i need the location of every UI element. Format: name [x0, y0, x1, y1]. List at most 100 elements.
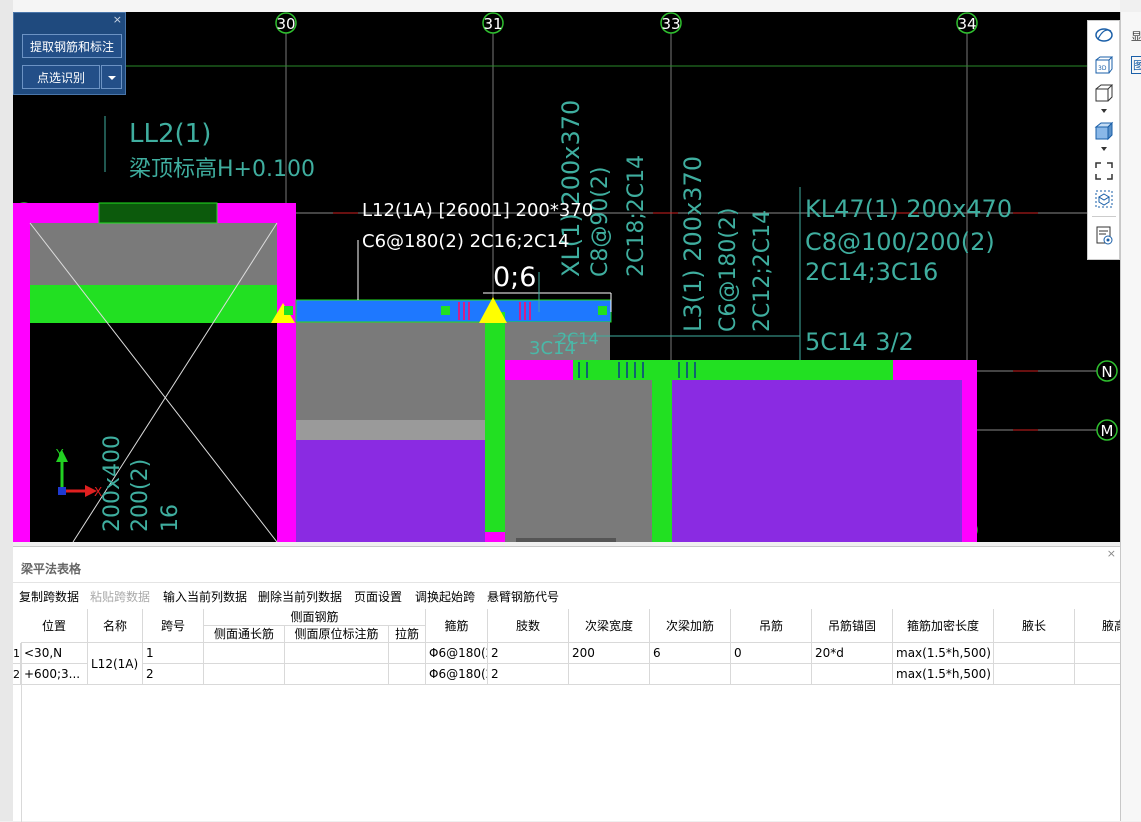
paste-span-data-button[interactable]: 粘贴跨数据 — [90, 588, 150, 605]
cell-legs[interactable]: 2 — [488, 643, 569, 664]
axis-bubble-right-M: M — [1101, 422, 1114, 440]
cell-side-original[interactable] — [285, 664, 389, 685]
col-header-stirrup-dense[interactable]: 箍筋加密长度 — [893, 609, 994, 643]
label-l12-line1: L12(1A) [26001] 200*370 — [362, 200, 593, 221]
col-header-legs[interactable]: 肢数 — [488, 609, 569, 643]
col-header-side-through[interactable]: 侧面通长筋 — [204, 626, 285, 643]
col-header-hanger-anchor[interactable]: 吊筋锚固 — [812, 609, 893, 643]
input-column-data-button[interactable]: 输入当前列数据 — [163, 588, 247, 605]
cell-span[interactable]: 1 — [143, 643, 204, 664]
orbit-icon[interactable] — [1094, 25, 1114, 45]
page-setup-button[interactable]: 页面设置 — [354, 588, 402, 605]
copy-span-data-button[interactable]: 复制跨数据 — [19, 588, 79, 605]
label-l3: L3(1) 200x370 — [679, 156, 707, 332]
cell-side-through[interactable] — [204, 643, 285, 664]
cell-stirrup-dense[interactable]: max(1.5*h,500) — [893, 664, 994, 685]
cell-span[interactable]: 2 — [143, 664, 204, 685]
col-header-stirrup[interactable]: 箍筋 — [426, 609, 488, 643]
cell-tie[interactable] — [389, 643, 426, 664]
label-l12-line2: C6@180(2) 2C16;2C14 — [362, 231, 570, 252]
col-header-name[interactable]: 名称 — [88, 609, 143, 643]
top-title-strip — [13, 0, 1120, 12]
col-header-haunch-length[interactable]: 腋长 — [994, 609, 1075, 643]
beam-table-panel: × 梁平法表格 复制跨数据 粘贴跨数据 输入当前列数据 删除当前列数据 页面设置… — [13, 546, 1120, 822]
cell-hanger-anchor[interactable] — [812, 664, 893, 685]
cell-secondary-add[interactable] — [650, 664, 731, 685]
beam-table[interactable]: 位置 名称 跨号 侧面钢筋 侧面通长筋 侧面原位标注筋 拉筋 箍筋 肢数 次梁宽… — [13, 609, 1120, 685]
cell-tie[interactable] — [389, 664, 426, 685]
cell-hanger[interactable] — [731, 664, 812, 685]
col-header-secondary-width[interactable]: 次梁宽度 — [569, 609, 650, 643]
cell-haunch-height[interactable] — [1075, 643, 1120, 664]
label-l3-stirrup: C6@180(2) — [716, 207, 741, 332]
label-2c14: 2C14 — [557, 329, 599, 348]
cell-haunch-height[interactable] — [1075, 664, 1120, 685]
table-panel-title: 梁平法表格 — [21, 562, 82, 576]
cell-secondary-width[interactable]: 200 — [569, 643, 650, 664]
zoom-object-icon[interactable] — [1094, 189, 1114, 209]
rebar-extract-panel: × 提取钢筋和标注 点选识别 — [13, 12, 126, 95]
svg-text:3D: 3D — [1098, 65, 1107, 72]
col-header-position[interactable]: 位置 — [21, 609, 88, 643]
cad-canvas[interactable]: 30 31 33 34 30 32 34 P N M N M — [13, 12, 1120, 542]
cell-position[interactable]: <30,N — [21, 643, 88, 664]
cell-haunch-length[interactable] — [994, 664, 1075, 685]
cell-legs[interactable]: 2 — [488, 664, 569, 685]
chevron-down-icon[interactable] — [1094, 107, 1114, 115]
label-l3-rebar: 2C12;2C14 — [750, 210, 775, 332]
cad-drawing: 30 31 33 34 30 32 34 P N M N M — [13, 12, 1118, 542]
table-panel-close-icon[interactable]: × — [1107, 547, 1116, 560]
label-kl47-stirrup: C8@100/200(2) — [805, 228, 995, 256]
toolbar-divider — [1092, 216, 1116, 217]
cell-hanger[interactable]: 0 — [731, 643, 812, 664]
pick-identify-button[interactable]: 点选识别 — [22, 65, 100, 89]
view-3d-icon[interactable]: 3D — [1094, 55, 1114, 75]
col-header-hanger[interactable]: 吊筋 — [731, 609, 812, 643]
cell-stirrup[interactable]: Φ6@180(2) — [426, 643, 488, 664]
cell-stirrup[interactable]: Φ6@180(2) — [426, 664, 488, 685]
fullscreen-icon[interactable] — [1094, 161, 1114, 181]
delete-column-data-button[interactable]: 删除当前列数据 — [258, 588, 342, 605]
panel-close-icon[interactable]: × — [113, 13, 122, 26]
cell-hanger-anchor[interactable]: 20*d — [812, 643, 893, 664]
col-header-span[interactable]: 跨号 — [143, 609, 204, 643]
extract-rebar-button[interactable]: 提取钢筋和标注 — [22, 34, 122, 58]
cell-position[interactable]: +600;3... — [21, 664, 88, 685]
col-header-side-rebar[interactable]: 侧面钢筋 — [204, 609, 426, 626]
pick-identify-dropdown[interactable] — [101, 65, 122, 89]
side-tab-label-1[interactable]: 显 — [1131, 28, 1141, 44]
swap-start-span-button[interactable]: 调换起始跨 — [415, 588, 475, 605]
cell-secondary-add[interactable]: 6 — [650, 643, 731, 664]
label-span: 0;6 — [493, 262, 536, 293]
side-tab-label-2[interactable]: 图 — [1131, 56, 1141, 74]
label-ll2-elev: 梁顶标高H+0.100 — [129, 157, 315, 182]
label-5c14: 5C14 3/2 — [805, 328, 914, 356]
view-toolbar: 3D — [1087, 20, 1120, 260]
view-settings-icon[interactable] — [1094, 225, 1114, 245]
splitter-grip — [516, 538, 616, 542]
solid-cube-icon[interactable] — [1094, 121, 1114, 141]
cell-haunch-length[interactable] — [994, 643, 1075, 664]
label-kl47: KL47(1) 200x470 — [805, 195, 1012, 223]
label-left-vert-1: 200x400 — [100, 435, 125, 532]
cantilever-rebar-code-button[interactable]: 悬臂钢筋代号 — [487, 588, 559, 605]
col-header-haunch-height[interactable]: 腋高 — [1075, 609, 1120, 643]
row-index[interactable]: 2 — [13, 664, 21, 685]
label-xl-rebar: 2C18;2C14 — [624, 155, 649, 277]
cube-view-icon[interactable] — [1094, 83, 1114, 103]
cell-secondary-width[interactable] — [569, 664, 650, 685]
col-header-secondary-add[interactable]: 次梁加筋 — [650, 609, 731, 643]
row-index[interactable]: 1 — [13, 643, 21, 664]
col-header-side-original[interactable]: 侧面原位标注筋 — [285, 626, 389, 643]
cell-side-through[interactable] — [204, 664, 285, 685]
cell-stirrup-dense[interactable]: max(1.5*h,500) — [893, 643, 994, 664]
cell-side-original[interactable] — [285, 643, 389, 664]
left-dock-strip — [0, 0, 13, 821]
beam-l12 — [295, 299, 612, 323]
chevron-down-icon[interactable] — [1094, 145, 1114, 153]
col-header-tie[interactable]: 拉筋 — [389, 626, 426, 643]
label-left-vert-3: 16 — [158, 504, 183, 532]
axis-bubble-top-31: 31 — [483, 15, 502, 33]
cell-name[interactable]: L12(1A) — [88, 643, 143, 685]
right-side-panel: 显 图 — [1120, 12, 1141, 821]
